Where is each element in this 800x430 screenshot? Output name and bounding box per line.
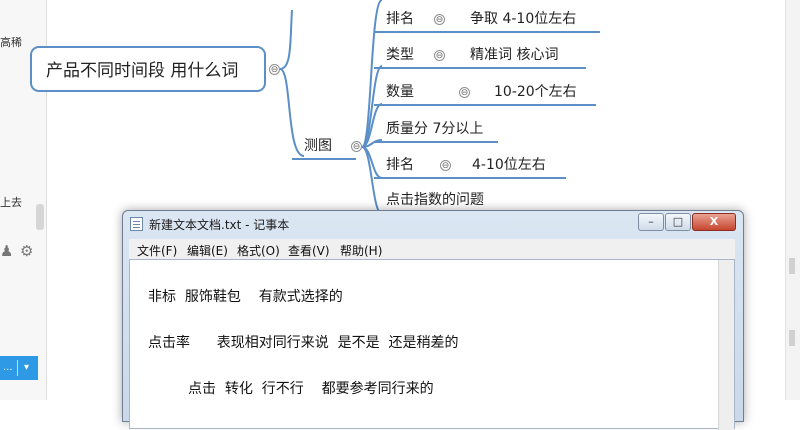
maximize-button[interactable]: □ xyxy=(665,213,691,231)
mindmap-branch-ranking-top[interactable]: 排名 ⊖ 争取 4-10位左右 xyxy=(374,7,600,33)
menu-view[interactable]: 查看(V) xyxy=(288,242,330,259)
branch-value: 精准词 核心词 xyxy=(470,47,559,63)
mindmap-branch-type[interactable]: 类型 ⊖ 精准词 核心词 xyxy=(374,43,586,69)
mindmap-branch-quality-score[interactable]: 质量分 7分以上 xyxy=(374,117,498,143)
menu-bar: 文件(F) 编辑(E) 格式(O) 查看(V) 帮助(H) xyxy=(129,239,735,259)
menu-file[interactable]: 文件(F) xyxy=(137,242,177,259)
editor-line: 非标 服饰鞋包 有款式选择的 xyxy=(148,289,343,305)
branch-key: 类型 xyxy=(386,47,414,63)
notepad-window[interactable]: 新建文本文档.txt - 记事本 – □ X 文件(F) 编辑(E) 格式(O)… xyxy=(122,210,744,430)
menu-edit[interactable]: 编辑(E) xyxy=(187,242,228,259)
branch-value: 4-10位左右 xyxy=(472,157,546,173)
branch-key: 质量分 7分以上 xyxy=(386,121,484,137)
branch-key: 排名 xyxy=(386,157,414,173)
branch-key: 点击指数的问题 xyxy=(386,192,484,208)
mindmap-branch-quantity[interactable]: 数量 ⊖ 10-20个左右 xyxy=(374,80,596,106)
test-node-label: 测图 xyxy=(304,138,332,154)
minimize-button[interactable]: – xyxy=(638,213,664,231)
collapse-icon[interactable]: ⊖ xyxy=(459,87,470,98)
close-button[interactable]: X xyxy=(692,213,736,231)
branch-value: 争取 4-10位左右 xyxy=(470,11,577,27)
mindmap-test-node[interactable]: 测图 xyxy=(292,134,356,160)
branch-key: 排名 xyxy=(386,11,414,27)
menu-help[interactable]: 帮助(H) xyxy=(340,242,382,259)
window-titlebar[interactable]: 新建文本文档.txt - 记事本 – □ X xyxy=(123,211,743,237)
editor-scrollbar[interactable] xyxy=(718,260,734,430)
collapse-icon[interactable]: ⊖ xyxy=(434,50,445,61)
mindmap-branch-ranking[interactable]: 排名 ⊖ 4-10位左右 xyxy=(374,153,566,179)
editor-line: 点击 转化 行不行 都要参考同行来的 xyxy=(188,381,434,397)
menu-format[interactable]: 格式(O) xyxy=(237,242,280,259)
collapse-icon[interactable]: ⊖ xyxy=(351,141,362,152)
collapse-icon[interactable]: ⊖ xyxy=(440,160,451,171)
editor-line: 点击率 表现相对同行来说 是不是 还是稍差的 xyxy=(148,335,459,351)
branch-key: 数量 xyxy=(386,84,414,100)
branch-value: 10-20个左右 xyxy=(494,84,577,100)
collapse-icon[interactable]: ⊖ xyxy=(269,64,280,75)
mindmap-main-topic[interactable]: 产品不同时间段 用什么词 xyxy=(30,46,266,92)
text-editor-area[interactable]: 非标 服饰鞋包 有款式选择的 点击率 表现相对同行来说 是不是 还是稍差的 点击… xyxy=(129,259,735,430)
collapse-icon[interactable]: ⊖ xyxy=(434,14,445,25)
connector-line xyxy=(279,9,293,70)
notepad-icon xyxy=(130,217,143,231)
window-title: 新建文本文档.txt - 记事本 xyxy=(149,218,290,232)
